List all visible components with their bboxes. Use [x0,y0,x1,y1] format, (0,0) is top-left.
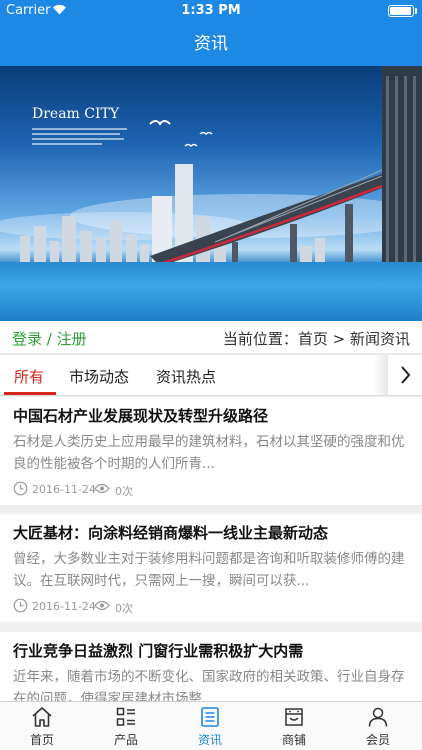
tabbar-label: 会员 [365,733,390,747]
article-views: 0次 [115,485,133,498]
chevron-right-icon [401,366,411,384]
category-tabs: 所有 市场动态 资讯热点 [0,355,422,396]
page-title: 资讯 [194,34,228,54]
status-time: 1:33 PM [181,3,241,18]
banner-image[interactable]: Dream CITY [0,66,422,321]
tabbar-news[interactable]: 资讯 [168,702,252,750]
tab-hot-news[interactable]: 资讯热点 [156,366,216,387]
breadcrumb: 当前位置：首页 > 新闻资讯 [222,330,410,348]
article-date: 2016-11-24 [32,600,96,613]
clock-icon [13,481,28,496]
article-summary: 石材是人类历史上应用最早的建筑材料，石材以其坚硬的强度和优良的性能被各个时期的人… [13,434,405,472]
banner-fine-lines [32,128,127,152]
article-views: 0次 [115,602,133,615]
tabbar-products[interactable]: 产品 [84,702,168,750]
eye-icon [94,483,110,494]
article-card[interactable]: 大匠基材：向涂料经销商爆料一线业主最新动态 曾经，大多数业主对于装修用料问题都是… [0,514,422,622]
active-tab-indicator [4,392,56,395]
water-illustration [0,262,422,321]
tabbar-label: 首页 [29,733,54,747]
tab-scroll-shadow [374,355,388,395]
user-icon [368,707,388,727]
tab-market-news[interactable]: 市场动态 [69,366,129,387]
store-icon [285,708,303,726]
article-date: 2016-11-24 [32,483,96,496]
tabbar-label: 产品 [113,733,138,747]
article-title[interactable]: 行业竞争日益激烈 门窗行业需积极扩大内需 [13,640,413,661]
bottom-tab-bar: 首页 产品 资讯 商铺 会员 [0,701,422,750]
tab-more-button[interactable] [388,355,422,395]
login-breadcrumb-row: 登录 / 注册 当前位置：首页 > 新闻资讯 [0,321,422,354]
clock-icon [13,598,28,613]
home-icon [32,707,52,727]
list-icon [116,707,135,726]
login-register-link[interactable]: 登录 / 注册 [12,328,87,349]
article-card[interactable]: 中国石材产业发展现状及转型升级路径 石材是人类历史上应用最早的建筑材料，石材以其… [0,397,422,505]
article-title[interactable]: 中国石材产业发展现状及转型升级路径 [13,405,413,426]
document-icon [201,707,219,727]
tabbar-member[interactable]: 会员 [336,702,420,750]
article-summary: 近年来，随着市场的不断变化、国家政府的相关政策、行业自身存在的问题，使得家居建材… [13,669,405,701]
battery-tip [415,8,417,14]
top-bar: Carrier 1:33 PM 资讯 [0,0,422,66]
eye-icon [94,600,110,611]
banner-brand: Dream CITY [32,106,120,122]
battery-icon [388,5,414,17]
article-summary: 曾经，大多数业主对于装修用料问题都是咨询和听取装修师傅的建议。在互联网时代，只需… [13,551,405,589]
tabbar-label: 商铺 [281,733,306,747]
status-bar: Carrier 1:33 PM [0,0,422,22]
article-title[interactable]: 大匠基材：向涂料经销商爆料一线业主最新动态 [13,522,413,543]
tab-all[interactable]: 所有 [14,366,44,387]
article-card[interactable]: 行业竞争日益激烈 门窗行业需积极扩大内需 近年来，随着市场的不断变化、国家政府的… [0,632,422,701]
tabbar-home[interactable]: 首页 [0,702,84,750]
tabbar-stores[interactable]: 商铺 [252,702,336,750]
tabbar-label: 资讯 [197,733,222,747]
